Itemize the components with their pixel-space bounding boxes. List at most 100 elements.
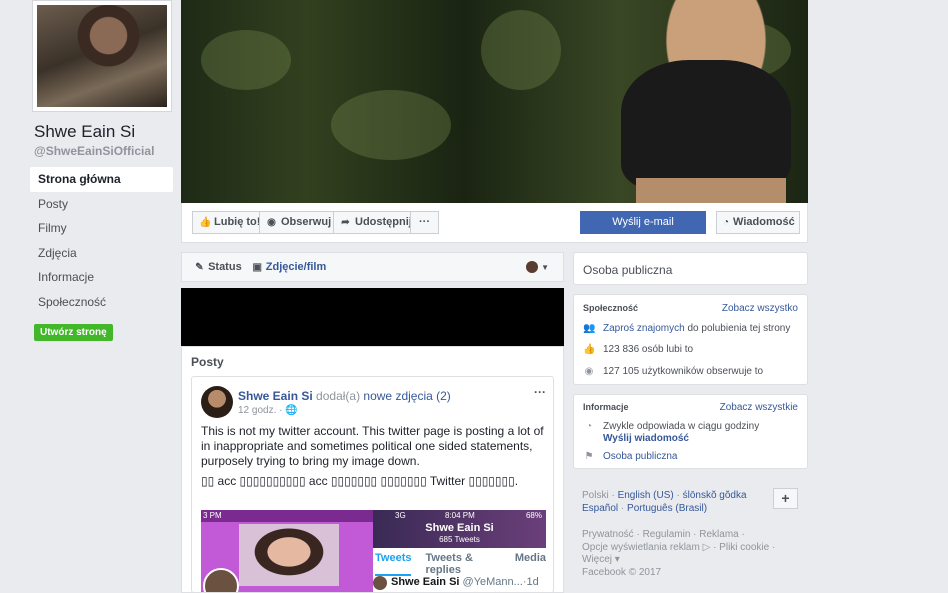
followers-row: ◉ 127 105 użytkowników obserwuje to — [583, 366, 763, 377]
status-time: 8:04 PM — [445, 511, 475, 520]
post-author[interactable]: Shwe Eain Si — [238, 389, 313, 403]
status-label: Status — [208, 261, 242, 273]
message-label: Wiadomość — [733, 216, 795, 228]
category-box: Osoba publiczna — [573, 252, 808, 285]
like-button[interactable]: 👍 Lubię to! — [192, 211, 268, 234]
tweet-avatar — [373, 576, 387, 590]
language-option[interactable]: English (US) — [618, 490, 674, 501]
category-label[interactable]: Osoba publiczna — [583, 263, 672, 277]
status-tab[interactable]: ✎ Status — [194, 261, 242, 273]
photo-avatar — [203, 568, 239, 592]
follow-button[interactable]: ◉ Obserwuj — [259, 211, 339, 234]
photo-video-tab[interactable]: ▣ Zdjęcie/film — [252, 261, 327, 273]
messenger-icon: ◔ — [585, 421, 593, 432]
twitter-tab-replies: Tweets & replies — [425, 552, 473, 576]
community-see-all[interactable]: Zobacz wszystko — [722, 303, 798, 314]
post-options-icon[interactable]: ··· — [534, 385, 546, 399]
footer-copyright: Facebook © 2017 — [582, 566, 662, 578]
people-icon: 👥 — [583, 323, 596, 334]
thumbs-up-icon: 👍 — [199, 217, 212, 228]
nav-item-home[interactable]: Strona główna — [30, 167, 173, 192]
like-label: Lubię to! — [214, 216, 261, 228]
globe-icon: 🌐 — [285, 405, 298, 416]
likes-row: 👍 123 836 osób lubi to — [583, 344, 693, 355]
rss-icon: ◉ — [267, 217, 276, 228]
info-see-all[interactable]: Zobacz wszystkie — [720, 402, 798, 413]
tweet-line: Shwe Eain Si @YeMann...·1d — [391, 576, 539, 588]
share-label: Udostępnij — [355, 216, 412, 228]
post-timestamp[interactable]: 12 godz. · 🌐 — [238, 405, 298, 416]
post-author-avatar[interactable] — [201, 386, 233, 418]
pencil-icon: ✎ — [195, 262, 204, 273]
post-action-text: dodał(a) — [316, 389, 361, 403]
tweet-author: Shwe Eain Si — [391, 576, 460, 588]
community-title: Społeczność — [583, 303, 639, 313]
post-time: 12 godz. · — [238, 405, 283, 416]
page-action-bar: 👍 Lubię to! ◉ Obserwuj ➦ Udostępnij ··· Wyś… — [181, 203, 808, 243]
profile-photo — [37, 5, 167, 107]
page-handle[interactable]: @ShweEainSiOfficial — [34, 144, 154, 158]
post-header: Shwe Eain Si dodał(a) nowe zdjęcia (2) — [238, 389, 451, 403]
add-language-button[interactable]: + — [773, 488, 798, 509]
footer-line-1[interactable]: Prywatność · Regulamin · Reklama · — [582, 529, 782, 542]
invite-rest: do polubienia tej strony — [687, 323, 791, 334]
community-box: Społeczność Zobacz wszystko 👥 Zaproś znaj… — [573, 294, 808, 385]
info-title: Informacje — [583, 402, 629, 412]
nav-item-about[interactable]: Informacje — [30, 265, 173, 290]
info-category-link[interactable]: Osoba publiczna — [603, 451, 678, 462]
nav-item-videos[interactable]: Filmy — [30, 216, 173, 241]
camera-icon: ▣ — [252, 262, 262, 273]
info-category-row: ⚑ Osoba publiczna — [583, 451, 678, 462]
post-card: Shwe Eain Si dodał(a) nowe zdjęcia (2) 1… — [191, 376, 554, 593]
messenger-icon: ◔ — [723, 217, 730, 228]
response-time: Zwykle odpowiada w ciągu godziny — [603, 421, 760, 432]
twitter-tab-media: Media — [514, 552, 546, 564]
post-photo-1[interactable]: 3 PM — [201, 510, 373, 592]
new-photos-link[interactable]: nowe zdjęcia (2) — [363, 389, 450, 403]
twitter-tweet-count: 685 Tweets — [439, 535, 480, 544]
twitter-tab-tweets: Tweets — [375, 552, 412, 576]
footer-line-2[interactable]: Opcje wyświetlania reklam ▷ · Pliki cook… — [582, 542, 782, 555]
share-button[interactable]: ➦ Udostępnij — [333, 211, 419, 234]
footer-more[interactable]: Więcej ▾ — [582, 554, 782, 567]
message-button[interactable]: ◔ Wiadomość — [716, 211, 800, 234]
response-row: ◔ Zwykle odpowiada w ciągu godziny Wyślij … — [583, 421, 759, 445]
invite-friends-link[interactable]: Zaproś znajomych — [603, 323, 685, 334]
post-composer: ✎ Status ▣ Zdjęcie/film ▼ — [181, 252, 564, 282]
language-option[interactable]: Español — [582, 503, 618, 514]
language-option[interactable]: ślōnskŏ gŏdka — [683, 490, 747, 501]
share-arrow-icon: ➦ — [341, 217, 350, 228]
followers-count: 127 105 użytkowników obserwuje to — [603, 366, 764, 377]
post-text: This is not my twitter account. This twi… — [201, 424, 544, 468]
person-waist — [636, 178, 786, 203]
language-option[interactable]: Português (Brasil) — [627, 503, 707, 514]
person-top — [621, 60, 791, 190]
cover-photo[interactable] — [181, 0, 808, 203]
send-message-link[interactable]: Wyślij wiadomość — [603, 433, 689, 444]
left-nav: Strona główna Posty Filmy Zdjęcia Inform… — [30, 167, 173, 314]
send-email-button[interactable]: Wyślij e-mail — [580, 211, 706, 234]
nav-item-community[interactable]: Społeczność — [30, 290, 173, 315]
nav-item-posts[interactable]: Posty — [30, 192, 173, 217]
current-language: Polski — [582, 490, 609, 501]
page-name[interactable]: Shwe Eain Si — [34, 122, 135, 142]
photo-video-label: Zdjęcie/film — [265, 261, 327, 273]
post-text-burmese: ▯▯ acc ▯▯▯▯▯▯▯▯▯▯ acc ▯▯▯▯▯▯▯ ▯▯▯▯▯▯▯ Tw… — [201, 474, 519, 488]
foliage — [201, 30, 291, 90]
language-selector: Polski · English (US) · ślōnskŏ gŏdka Es… — [582, 490, 747, 514]
nav-item-photos[interactable]: Zdjęcia — [30, 241, 173, 266]
follow-label: Obserwuj — [281, 216, 332, 228]
likes-count: 123 836 osób lubi to — [603, 344, 694, 355]
info-box: Informacje Zobacz wszystkie ◔ Zwykle odpo… — [573, 394, 808, 469]
status-network: 3G — [395, 511, 406, 520]
post-photo-2[interactable]: 3G 8:04 PM 68% Shwe Eain Si 685 Tweets T… — [373, 510, 546, 592]
more-button[interactable]: ··· — [410, 211, 439, 234]
twitter-tabs: Tweets Tweets & replies Media — [373, 552, 546, 576]
footer-links: Prywatność · Regulamin · Reklama · Opcje… — [582, 529, 782, 579]
posting-as-dropdown[interactable]: ▼ — [526, 261, 549, 273]
foliage — [481, 10, 561, 90]
profile-picture[interactable] — [32, 0, 172, 112]
photo-face — [239, 524, 339, 586]
twitter-header: 3G 8:04 PM 68% Shwe Eain Si 685 Tweets — [373, 510, 546, 548]
create-page-button[interactable]: Utwórz stronę — [34, 324, 113, 341]
